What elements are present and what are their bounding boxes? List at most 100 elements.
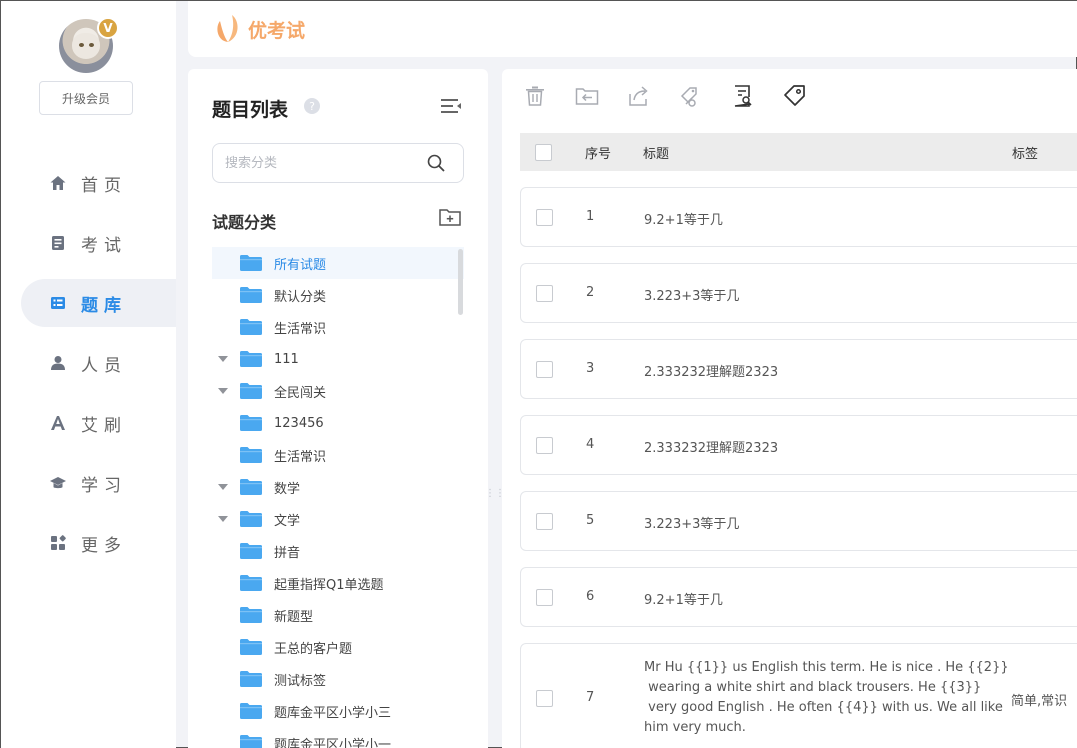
row-number: 4 xyxy=(586,437,595,452)
row-number: 5 xyxy=(586,513,595,528)
tree-item[interactable]: 数学 xyxy=(212,471,464,503)
tree-item[interactable]: 111 xyxy=(212,343,464,375)
tree-item[interactable]: 所有试题 xyxy=(212,247,464,279)
delete-button[interactable] xyxy=(522,83,548,109)
help-icon[interactable]: ? xyxy=(304,98,320,114)
tree-item[interactable]: 生活常识 xyxy=(212,439,464,471)
tree-item-label: 新题型 xyxy=(274,609,314,625)
folder-icon xyxy=(240,415,262,431)
folder-icon xyxy=(240,735,262,748)
panel-splitter-handle[interactable]: ⋮⋮ xyxy=(485,481,505,505)
preview-button[interactable] xyxy=(730,83,756,109)
search-icon[interactable] xyxy=(427,154,445,176)
nav-label: 更多 xyxy=(81,535,127,556)
row-title-line: him very much. xyxy=(644,720,746,735)
caret-down-icon[interactable] xyxy=(218,388,228,394)
folder-icon xyxy=(240,351,262,367)
row-title[interactable]: 3.223+3等于几 xyxy=(644,285,739,304)
row-checkbox[interactable] xyxy=(536,209,553,226)
table-row[interactable]: 6 9.2+1等于几 xyxy=(520,567,1077,627)
nav-item-exam[interactable]: 考试 xyxy=(21,219,176,267)
row-number: 7 xyxy=(586,690,595,705)
row-title[interactable]: 3.223+3等于几 xyxy=(644,513,739,532)
row-title[interactable]: 9.2+1等于几 xyxy=(644,589,723,608)
caret-down-icon[interactable] xyxy=(218,484,228,490)
row-checkbox[interactable] xyxy=(536,690,553,707)
nav-item-study[interactable]: 学习 xyxy=(21,459,176,507)
tree-item-label: 题库金平区小学小一 xyxy=(274,737,392,748)
upgrade-vip-button[interactable]: 升级会员 xyxy=(39,81,133,115)
tree-item[interactable]: 起重指挥Q1单选题 xyxy=(212,567,464,599)
export-button[interactable] xyxy=(626,83,652,109)
app-logo[interactable]: 优考试 xyxy=(214,13,305,45)
row-tag: 简单,常识 xyxy=(1011,694,1068,709)
tree-item[interactable]: 题库金平区小学小一 xyxy=(212,727,464,748)
tag-button[interactable] xyxy=(782,83,808,109)
table-row[interactable]: 1 9.2+1等于几 xyxy=(520,187,1077,247)
column-header-tag: 标签 xyxy=(1012,146,1039,162)
row-number: 2 xyxy=(586,285,595,300)
tree-scrollbar[interactable] xyxy=(458,249,463,315)
table-row[interactable]: 3 2.333232理解题2323 xyxy=(520,339,1077,399)
row-checkbox[interactable] xyxy=(536,285,553,302)
row-checkbox[interactable] xyxy=(536,437,553,454)
folder-icon xyxy=(240,383,262,399)
table-row[interactable]: 7 Mr Hu {{1}} us English this term. He is… xyxy=(520,643,1077,748)
tree-item[interactable]: 生活常识 xyxy=(212,311,464,343)
tree-item[interactable]: 文学 xyxy=(212,503,464,535)
side-nav: V 升级会员 首页 考试 题库 人员 艾刷 学习 更多 xyxy=(1,1,176,748)
row-checkbox[interactable] xyxy=(536,513,553,530)
panel-title: 题目列表 xyxy=(212,99,289,121)
home-icon xyxy=(49,174,67,192)
tree-item-label: 题库金平区小学小三 xyxy=(274,705,392,721)
brush-icon xyxy=(49,414,67,432)
category-search-input[interactable] xyxy=(213,144,413,182)
tree-item[interactable]: 新题型 xyxy=(212,599,464,631)
row-number: 6 xyxy=(586,589,595,604)
caret-down-icon[interactable] xyxy=(218,356,228,362)
row-title[interactable]: 2.333232理解题2323 xyxy=(644,437,778,456)
tag-icon xyxy=(784,85,805,106)
top-header: 优考试 xyxy=(188,1,1077,57)
select-all-checkbox[interactable] xyxy=(535,143,552,161)
collapse-menu-icon[interactable] xyxy=(440,97,462,119)
table-row[interactable]: 4 2.333232理解题2323 xyxy=(520,415,1077,475)
leaf-logo-icon xyxy=(217,15,238,42)
folder-icon xyxy=(240,575,262,591)
nav-label: 人员 xyxy=(81,355,127,376)
nav-item-brush[interactable]: 艾刷 xyxy=(21,399,176,447)
table-row[interactable]: 5 3.223+3等于几 xyxy=(520,491,1077,551)
move-to-folder-button[interactable] xyxy=(574,83,600,109)
row-title[interactable]: Mr Hu {{1}} us English this term. He is … xyxy=(644,658,1009,738)
row-checkbox[interactable] xyxy=(536,361,553,378)
add-folder-icon[interactable] xyxy=(438,207,462,231)
nav-label: 首页 xyxy=(81,175,127,196)
tree-item[interactable]: 全民闯关 xyxy=(212,375,464,407)
row-title[interactable]: 2.333232理解题2323 xyxy=(644,361,778,380)
tree-item[interactable]: 拼音 xyxy=(212,535,464,567)
batch-tag-button[interactable] xyxy=(678,83,704,109)
tree-item[interactable]: 默认分类 xyxy=(212,279,464,311)
tree-item-label: 王总的客户题 xyxy=(274,641,353,657)
trash-icon xyxy=(526,86,544,106)
question-list-panel: 序号 标题 标签 1 9.2+1等于几 2 3.223+3等于几 3 2.333232理解… xyxy=(502,69,1077,748)
tree-item[interactable]: 王总的客户题 xyxy=(212,631,464,663)
folder-move-icon xyxy=(575,88,599,105)
row-title[interactable]: 9.2+1等于几 xyxy=(644,209,723,228)
caret-down-icon[interactable] xyxy=(218,516,228,522)
tree-item-label: 生活常识 xyxy=(274,321,327,337)
tree-item-label: 全民闯关 xyxy=(274,385,327,401)
nav-item-person[interactable]: 人员 xyxy=(21,339,176,387)
tree-item[interactable]: 题库金平区小学小三 xyxy=(212,695,464,727)
nav-item-more[interactable]: 更多 xyxy=(21,519,176,567)
folder-icon xyxy=(240,607,262,623)
nav-item-home[interactable]: 首页 xyxy=(21,159,176,207)
vip-badge: V xyxy=(97,17,119,39)
nav-item-question-bank[interactable]: 题库 xyxy=(21,279,176,327)
tree-item[interactable]: 123456 xyxy=(212,407,464,439)
folder-icon xyxy=(240,319,262,335)
tree-item[interactable]: 测试标签 xyxy=(212,663,464,695)
category-tree: 所有试题 默认分类 生活常识 111 全民闯关 123456 生活常识 数学 文学 拼音 起重指挥Q… xyxy=(212,247,464,748)
row-checkbox[interactable] xyxy=(536,589,553,606)
table-row[interactable]: 2 3.223+3等于几 xyxy=(520,263,1077,323)
